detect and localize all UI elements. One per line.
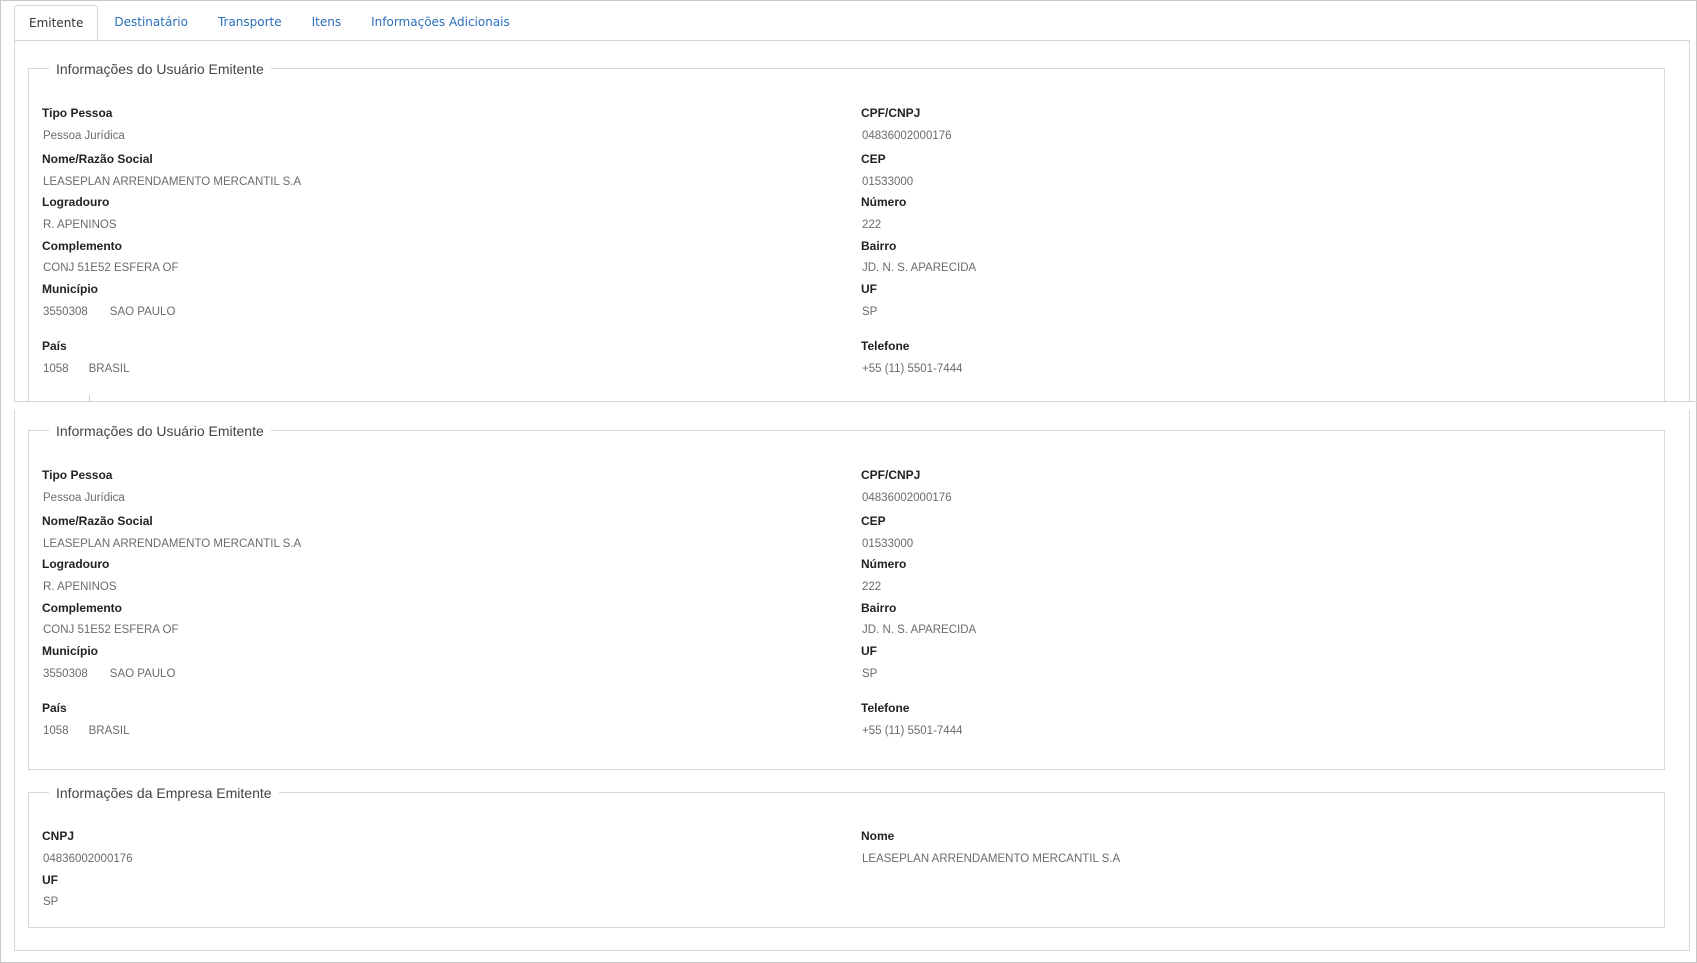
empresa-nome-label: Nome xyxy=(861,829,895,843)
empresa-uf-label: UF xyxy=(42,873,58,887)
window-frame: Emitente Destinatário Transporte Itens I… xyxy=(0,0,1697,963)
pais-value: 1058 BRASIL xyxy=(43,363,130,375)
complemento-label: Complemento xyxy=(42,239,123,253)
complemento-label: Complemento xyxy=(42,601,123,615)
pais-label: País xyxy=(42,701,67,715)
cep-label: CEP xyxy=(861,514,886,528)
cnpj-value: 04836002000176 xyxy=(43,853,133,865)
cep-value: 01533000 xyxy=(862,538,914,550)
cep-value: 01533000 xyxy=(862,176,914,188)
cpf-cnpj-value: 04836002000176 xyxy=(862,492,952,504)
municipio-value: 3550308 SAO PAULO xyxy=(43,306,175,318)
municipio-value: 3550308 SAO PAULO xyxy=(43,668,175,680)
tipo-pessoa-value: Pessoa Jurídica xyxy=(43,130,125,142)
tab-informacoes-adicionais[interactable]: Informações Adicionais xyxy=(357,5,524,40)
uf-label: UF xyxy=(861,644,877,658)
uf-value: SP xyxy=(862,668,878,680)
tab-destinatario[interactable]: Destinatário xyxy=(100,5,202,40)
cnpj-label: CNPJ xyxy=(42,829,75,843)
nome-value: LEASEPLAN ARRENDAMENTO MERCANTIL S.A xyxy=(43,538,302,550)
nome-value: LEASEPLAN ARRENDAMENTO MERCANTIL S.A xyxy=(43,176,302,188)
tab-transporte[interactable]: Transporte xyxy=(204,5,296,40)
bairro-label: Bairro xyxy=(861,601,897,615)
telefone-value: +55 (11) 5501-7444 xyxy=(862,725,963,737)
numero-value: 222 xyxy=(862,219,882,231)
pais-label: País xyxy=(42,339,67,353)
pais-code: 1058 xyxy=(43,363,69,375)
complemento-value: CONJ 51E52 ESFERA OF xyxy=(43,624,179,636)
numero-label: Número xyxy=(861,195,907,209)
logradouro-value: R. APENINOS xyxy=(43,219,117,231)
numero-label: Número xyxy=(861,557,907,571)
telefone-label: Telefone xyxy=(861,339,910,353)
pais-code: 1058 xyxy=(43,725,69,737)
cpf-cnpj-label: CPF/CNPJ xyxy=(861,468,921,482)
empresa-emitente-section: Informações da Empresa Emitente CNPJ 048… xyxy=(28,783,1665,928)
municipio-label: Município xyxy=(42,644,98,658)
cep-label: CEP xyxy=(861,152,886,166)
tab-bar: Emitente Destinatário Transporte Itens I… xyxy=(14,5,526,41)
usuario-emitente-section: Informações do Usuário Emitente Tipo Pes… xyxy=(28,421,1665,770)
municipio-code: 3550308 xyxy=(43,306,88,318)
tab-itens[interactable]: Itens xyxy=(298,5,355,40)
logradouro-label: Logradouro xyxy=(42,557,110,571)
municipio-name: SAO PAULO xyxy=(109,306,176,318)
logradouro-label: Logradouro xyxy=(42,195,110,209)
uf-value: SP xyxy=(862,306,878,318)
bairro-value: JD. N. S. APARECIDA xyxy=(862,624,977,636)
pais-name: BRASIL xyxy=(88,363,130,375)
municipio-name: SAO PAULO xyxy=(109,668,176,680)
empresa-nome-value: LEASEPLAN ARRENDAMENTO MERCANTIL S.A xyxy=(862,853,1121,865)
nome-label: Nome/Razão Social xyxy=(42,514,153,528)
municipio-label: Município xyxy=(42,282,98,296)
section-title: Informações do Usuário Emitente xyxy=(49,59,271,79)
cpf-cnpj-label: CPF/CNPJ xyxy=(861,106,921,120)
tab-emitente[interactable]: Emitente xyxy=(14,5,99,40)
usuario-emitente-section: Informações do Usuário Emitente Tipo Pes… xyxy=(28,59,1665,408)
numero-value: 222 xyxy=(862,581,882,593)
section-title: Informações do Usuário Emitente xyxy=(49,421,271,441)
pais-value: 1058 BRASIL xyxy=(43,725,130,737)
logradouro-value: R. APENINOS xyxy=(43,581,117,593)
telefone-label: Telefone xyxy=(861,701,910,715)
uf-label: UF xyxy=(861,282,877,296)
nome-label: Nome/Razão Social xyxy=(42,152,153,166)
telefone-value: +55 (11) 5501-7444 xyxy=(862,363,963,375)
municipio-code: 3550308 xyxy=(43,668,88,680)
cpf-cnpj-value: 04836002000176 xyxy=(862,130,952,142)
pais-name: BRASIL xyxy=(88,725,130,737)
tipo-pessoa-label: Tipo Pessoa xyxy=(42,106,113,120)
tipo-pessoa-label: Tipo Pessoa xyxy=(42,468,113,482)
complemento-value: CONJ 51E52 ESFERA OF xyxy=(43,262,179,274)
bairro-label: Bairro xyxy=(861,239,897,253)
divider-cover xyxy=(14,402,1690,410)
section-title: Informações da Empresa Emitente xyxy=(49,783,279,803)
tipo-pessoa-value: Pessoa Jurídica xyxy=(43,492,125,504)
empresa-uf-value: SP xyxy=(43,896,59,908)
bairro-value: JD. N. S. APARECIDA xyxy=(862,262,977,274)
